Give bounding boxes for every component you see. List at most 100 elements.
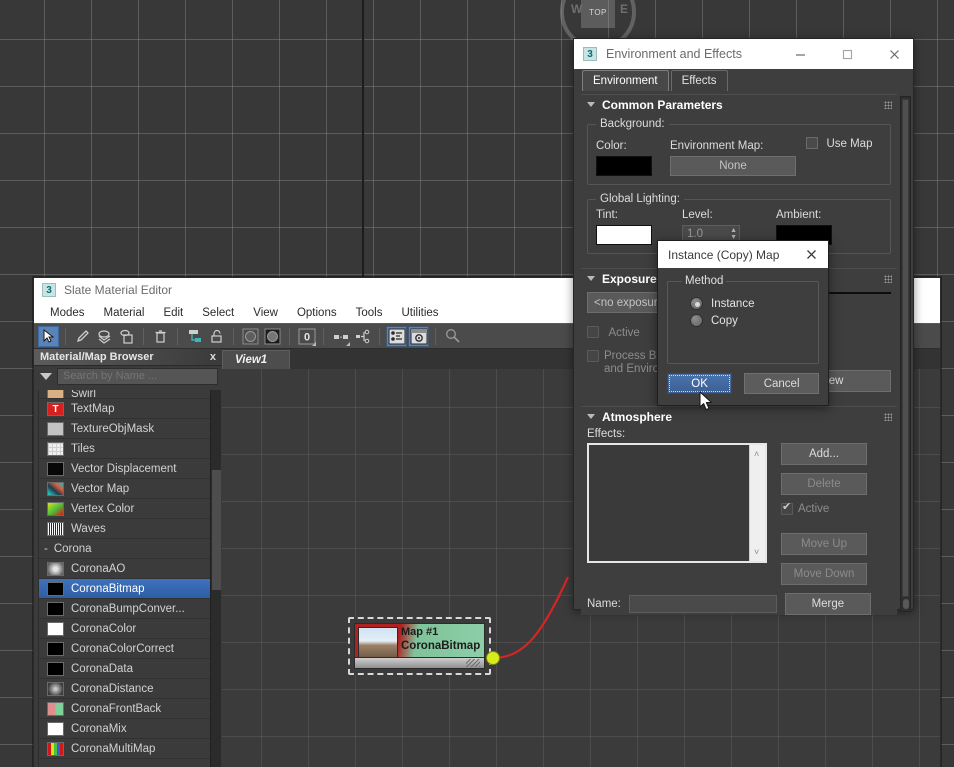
chevron-down-icon[interactable]: [587, 102, 595, 107]
close-icon[interactable]: x: [210, 351, 216, 363]
material-map-browser-panel[interactable]: Material/Map Browser x Swirl T TextMap: [34, 349, 222, 767]
move-down-button[interactable]: Move Down: [781, 563, 867, 585]
list-item[interactable]: Vector Displacement: [39, 459, 210, 479]
node-body[interactable]: Map #1 CoronaBitmap: [354, 623, 485, 669]
environment-map-button[interactable]: None: [670, 156, 796, 176]
browser-scrollbar-thumb[interactable]: [212, 470, 221, 590]
material-sphere-filled-icon[interactable]: [262, 326, 283, 347]
drag-handle-icon[interactable]: [884, 275, 892, 283]
move-up-button[interactable]: Move Up: [781, 533, 867, 555]
cancel-button[interactable]: Cancel: [744, 373, 819, 394]
radio-row-instance[interactable]: Instance: [690, 297, 812, 310]
list-item[interactable]: CoronaMultiMap: [39, 739, 210, 759]
list-item[interactable]: TextureObjMask: [39, 419, 210, 439]
spinner-arrows-icon[interactable]: ▲ ▼: [730, 227, 737, 241]
list-item[interactable]: Vector Map: [39, 479, 210, 499]
node-tree-icon[interactable]: [386, 325, 407, 347]
drag-handle-icon[interactable]: [884, 101, 892, 109]
node-links-icon[interactable]: [352, 326, 373, 347]
delete-effect-button[interactable]: Delete: [781, 473, 867, 495]
list-item[interactable]: Vertex Color: [39, 499, 210, 519]
select-by-material-icon[interactable]: [442, 326, 463, 347]
browser-scrollbar[interactable]: [210, 390, 221, 767]
assign-material-icon[interactable]: [94, 326, 115, 347]
menu-select[interactable]: Select: [193, 305, 244, 321]
ok-button[interactable]: OK: [667, 373, 733, 394]
process-background-checkbox[interactable]: [587, 350, 599, 362]
effects-listbox[interactable]: ˄ ˅: [587, 443, 767, 563]
effects-listbox-scrollbar[interactable]: ˄ ˅: [749, 445, 765, 561]
list-item[interactable]: CoronaFrontBack: [39, 699, 210, 719]
env-scrollbar[interactable]: [900, 96, 911, 612]
chevron-down-icon[interactable]: [587, 414, 595, 419]
search-input[interactable]: [57, 367, 218, 385]
viewcube-top-face[interactable]: TOP: [581, 0, 615, 28]
zero-counter-icon[interactable]: 0: [296, 326, 317, 347]
browser-search-row[interactable]: [34, 366, 222, 386]
exposure-active-checkbox[interactable]: [587, 326, 599, 338]
modal-title-bar[interactable]: Instance (Copy) Map: [658, 241, 828, 268]
list-item[interactable]: Tiles: [39, 439, 210, 459]
tab-environment[interactable]: Environment: [582, 70, 669, 91]
menu-tools[interactable]: Tools: [347, 305, 393, 321]
add-effect-button[interactable]: Add...: [781, 443, 867, 465]
name-input[interactable]: [628, 595, 777, 613]
list-item[interactable]: CoronaDistance: [39, 679, 210, 699]
select-arrow-icon[interactable]: [38, 325, 59, 347]
eyedropper-icon[interactable]: [72, 326, 93, 347]
node-resize-grip[interactable]: [466, 659, 480, 667]
delete-trash-icon[interactable]: [150, 326, 171, 347]
rollout-header[interactable]: Common Parameters: [581, 94, 897, 114]
list-item[interactable]: CoronaColor: [39, 619, 210, 639]
menu-edit[interactable]: Edit: [154, 305, 193, 321]
menu-modes[interactable]: Modes: [41, 305, 95, 321]
chevron-down-icon[interactable]: [587, 276, 595, 281]
tint-color-swatch[interactable]: [596, 225, 652, 245]
tree-group-corona[interactable]: - Corona: [39, 539, 210, 559]
list-item[interactable]: Swirl: [39, 390, 210, 399]
group-expander[interactable]: -: [44, 543, 48, 555]
atmosphere-active-checkbox[interactable]: [781, 500, 793, 515]
merge-button[interactable]: Merge: [784, 593, 871, 615]
radio-copy[interactable]: [690, 314, 703, 327]
scroll-up-icon[interactable]: ˄: [754, 449, 759, 459]
maximize-icon[interactable]: [828, 39, 866, 69]
node-corona-bitmap[interactable]: Map #1 CoronaBitmap: [348, 617, 491, 675]
rollout-atmosphere[interactable]: Atmosphere Effects: ˄ ˅ Add... Delete ✔ …: [581, 406, 897, 615]
rollout-common-parameters[interactable]: Common Parameters Background: Color: Env…: [581, 94, 897, 254]
list-item[interactable]: T TextMap: [39, 399, 210, 419]
background-color-swatch[interactable]: [596, 156, 652, 176]
unlock-icon[interactable]: [206, 326, 227, 347]
rollout-header[interactable]: Atmosphere: [581, 406, 897, 426]
list-item[interactable]: Waves: [39, 519, 210, 539]
scroll-down-icon[interactable]: ˅: [754, 547, 759, 557]
list-item[interactable]: CoronaMix: [39, 719, 210, 739]
list-item-corona-bitmap[interactable]: CoronaBitmap: [39, 579, 210, 599]
list-item[interactable]: CoronaData: [39, 659, 210, 679]
radio-instance[interactable]: [690, 297, 703, 310]
env-tab-bar[interactable]: Environment Effects: [574, 69, 913, 91]
tab-effects[interactable]: Effects: [670, 70, 728, 91]
radio-row-copy[interactable]: Copy: [690, 314, 812, 327]
hide-unused-slots-icon[interactable]: [330, 326, 351, 347]
close-icon[interactable]: [875, 39, 913, 69]
material-sphere-outline-icon[interactable]: [240, 326, 261, 347]
use-map-checkbox[interactable]: [806, 137, 818, 149]
menu-utilities[interactable]: Utilities: [392, 305, 448, 321]
material-map-tree[interactable]: Swirl T TextMap TextureObjMask Tiles Vec…: [38, 390, 222, 767]
menu-material[interactable]: Material: [95, 305, 155, 321]
tab-view1[interactable]: View1: [222, 350, 290, 369]
minimize-icon[interactable]: [781, 39, 819, 69]
env-title-bar[interactable]: 3 Environment and Effects: [574, 39, 913, 69]
node-output-socket[interactable]: [486, 651, 500, 665]
list-item[interactable]: CoronaAO: [39, 559, 210, 579]
instance-copy-map-dialog[interactable]: Instance (Copy) Map Method Instance Copy…: [657, 240, 829, 406]
env-scrollbar-thumb[interactable]: [902, 99, 909, 597]
chevron-down-icon[interactable]: [40, 372, 52, 380]
layout-children-icon[interactable]: [184, 326, 205, 347]
list-item[interactable]: CoronaBumpConver...: [39, 599, 210, 619]
close-icon[interactable]: [800, 244, 822, 266]
drag-handle-icon[interactable]: [884, 413, 892, 421]
show-map-icon[interactable]: [116, 326, 137, 347]
menu-options[interactable]: Options: [288, 305, 347, 321]
